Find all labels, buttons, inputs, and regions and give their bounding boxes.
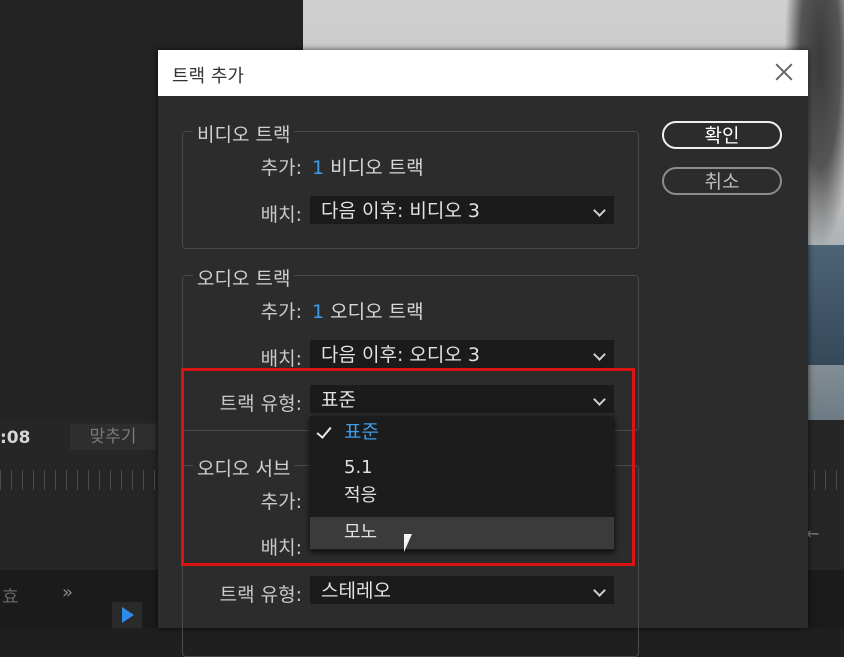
audio-add-label: 추가: [260,301,302,323]
video-add-label: 추가: [260,157,302,179]
video-add-unit: 비디오 트랙 [330,157,424,179]
video-group-title: 비디오 트랙 [193,120,295,147]
arrow-left-icon[interactable]: ← [806,524,819,543]
timecode: :08 [0,428,31,448]
track-type-dropdown: 표준 5.1 적응 모노 [310,416,614,550]
submix-group-title: 오디오 서브 [193,454,295,481]
audio-type-value: 표준 [321,389,356,411]
audio-placement-label: 배치: [260,348,302,370]
audio-group-title: 오디오 트랙 [193,264,295,291]
option-label: 적응 [344,485,378,506]
dialog-titlebar: 트랙 추가 [158,50,808,96]
video-placement-label: 배치: [260,204,302,226]
option-label: 5.1 [344,457,373,478]
submix-type-select[interactable]: 스테레오 [310,576,614,604]
checkmark-icon [316,423,332,439]
submix-add-label: 추가: [260,491,302,513]
submix-placement-label: 배치: [260,537,302,559]
video-placement-select[interactable]: 다음 이후: 비디오 3 [310,196,614,224]
option-label: 표준 [344,421,379,443]
audio-placement-select[interactable]: 다음 이후: 오디오 3 [310,340,614,368]
video-add-count[interactable]: 1 [312,157,324,179]
more-panels-chevron-icon[interactable]: » [62,582,73,603]
ok-button[interactable]: 확인 [662,121,782,149]
video-placement-value: 다음 이후: 비디오 3 [321,200,480,222]
chevron-down-icon [593,348,606,361]
audio-add-count[interactable]: 1 [312,301,324,323]
audio-add-unit: 오디오 트랙 [330,301,424,323]
video-tracks-group [182,131,639,249]
chevron-down-icon [593,393,606,406]
submix-type-label: 트랙 유형: [219,584,302,606]
audio-placement-value: 다음 이후: 오디오 3 [321,344,480,366]
option-standard[interactable]: 표준 [310,416,614,448]
effects-tab-label[interactable]: 효 [2,583,19,609]
close-icon[interactable] [772,60,796,84]
selection-tool-icon[interactable] [112,602,142,628]
audio-type-label: 트랙 유형: [219,393,302,415]
dialog-title: 트랙 추가 [172,66,244,87]
audio-type-select[interactable]: 표준 [310,385,614,413]
audio-add-value: 1 오디오 트랙 [312,297,424,324]
option-mono[interactable]: 모노 [310,517,614,549]
fit-button[interactable]: 맞추기 [70,424,156,450]
add-tracks-dialog: 트랙 추가 확인 취소 비디오 트랙 추가: 1 비디오 트랙 배치: 다음 이… [158,50,808,657]
chevron-down-icon [593,204,606,217]
submix-type-value: 스테레오 [321,580,391,602]
chevron-down-icon [593,584,606,597]
mouse-pointer-icon [404,534,412,552]
option-adaptive[interactable]: 적응 [310,480,614,512]
video-add-value: 1 비디오 트랙 [312,153,424,180]
option-label: 모노 [344,522,378,543]
cancel-button[interactable]: 취소 [662,167,782,195]
